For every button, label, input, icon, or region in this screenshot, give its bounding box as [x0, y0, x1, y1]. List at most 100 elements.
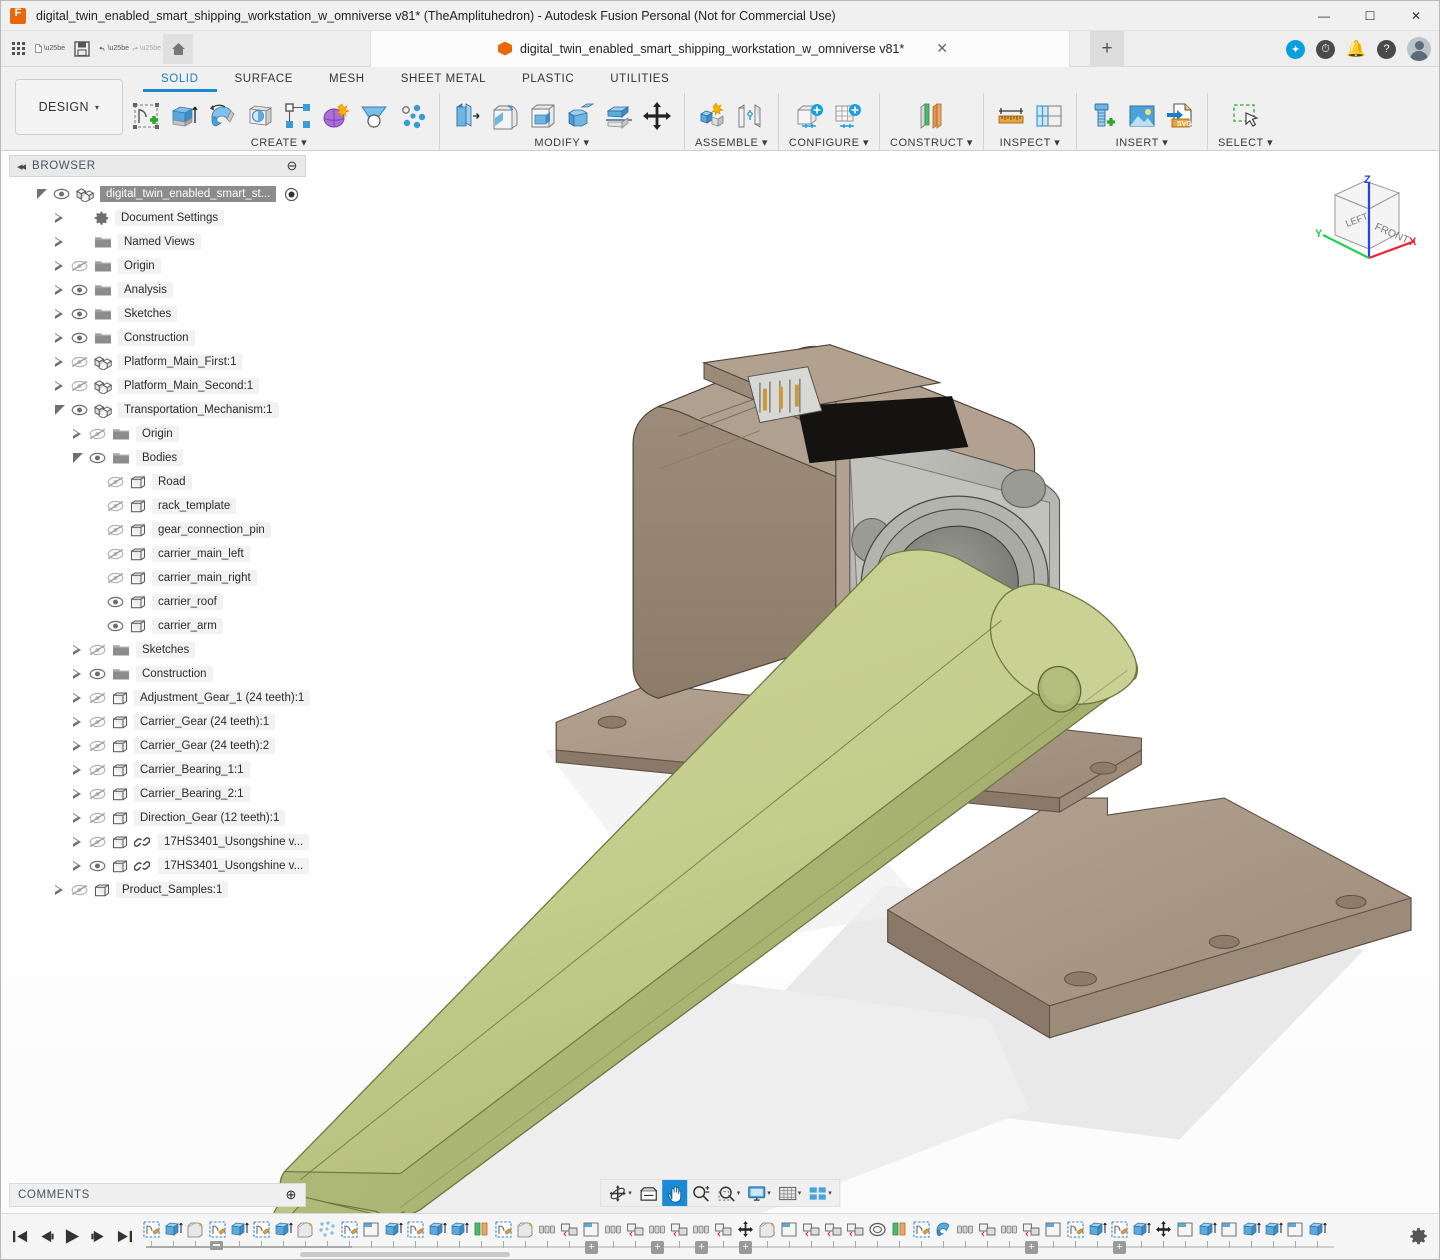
chevron-down-icon[interactable]: [73, 453, 83, 463]
activate-component-radio[interactable]: [284, 187, 299, 202]
visibility-off-icon[interactable]: [107, 475, 126, 489]
chevron-right-icon[interactable]: [73, 813, 82, 824]
tree-expand-toggle[interactable]: [55, 285, 71, 296]
timeline-group-expand[interactable]: +: [695, 1241, 708, 1254]
chevron-right-icon[interactable]: [55, 333, 64, 344]
select-window-icon[interactable]: [1229, 99, 1263, 133]
chevron-right-icon[interactable]: [73, 645, 82, 656]
timeline-node-component[interactable]: [668, 1217, 690, 1243]
visibility-off-icon[interactable]: [71, 379, 90, 393]
hole-pattern-icon[interactable]: [395, 99, 429, 133]
browser-tree-row[interactable]: Sketches: [9, 302, 306, 326]
timeline-node-sketch[interactable]: [404, 1217, 426, 1243]
configuration-icon[interactable]: [793, 99, 827, 133]
tree-expand-toggle[interactable]: [73, 645, 89, 656]
move-copy-icon[interactable]: [640, 99, 674, 133]
visibility-off-icon[interactable]: [71, 259, 90, 273]
timeline-node-plane[interactable]: [1174, 1217, 1196, 1243]
timeline-node-sketch[interactable]: [910, 1217, 932, 1243]
timeline-node-extrude[interactable]: [1240, 1217, 1262, 1243]
timeline-node-extrude[interactable]: [382, 1217, 404, 1243]
timeline-node-component[interactable]: [558, 1217, 580, 1243]
timeline-node-extrude[interactable]: [448, 1217, 470, 1243]
visibility-on-icon[interactable]: [107, 619, 126, 633]
visibility-off-icon[interactable]: [89, 643, 108, 657]
tab-plastic[interactable]: PLASTIC: [504, 71, 592, 92]
chevron-right-icon[interactable]: [73, 789, 82, 800]
timeline-node-holes[interactable]: [602, 1217, 624, 1243]
browser-tree-row[interactable]: gear_connection_pin: [9, 518, 306, 542]
chevron-right-icon[interactable]: [73, 669, 82, 680]
tree-expand-toggle[interactable]: [73, 765, 89, 776]
tab-mesh[interactable]: MESH: [311, 71, 383, 92]
shell-icon[interactable]: [526, 99, 560, 133]
browser-tree-row[interactable]: Bodies: [9, 446, 306, 470]
timeline-node-plane[interactable]: [778, 1217, 800, 1243]
tree-expand-toggle[interactable]: [73, 813, 89, 824]
tree-expand-toggle[interactable]: [73, 789, 89, 800]
save-button[interactable]: [67, 34, 97, 64]
workspace-switcher-button[interactable]: DESIGN ▾: [15, 79, 123, 135]
chevron-right-icon[interactable]: [73, 765, 82, 776]
tab-sheet-metal[interactable]: SHEET METAL: [383, 71, 504, 92]
visibility-off-icon[interactable]: [107, 571, 126, 585]
fillet-icon[interactable]: [488, 99, 522, 133]
timeline-node-sketch[interactable]: [338, 1217, 360, 1243]
timeline-rail-inactive[interactable]: [352, 1246, 1334, 1248]
new-file-button[interactable]: \u25be: [35, 34, 65, 64]
timeline-group-expand[interactable]: +: [651, 1241, 664, 1254]
timeline-node-fillet[interactable]: [294, 1217, 316, 1243]
tree-expand-toggle[interactable]: [73, 717, 89, 728]
timeline-node-component[interactable]: [822, 1217, 844, 1243]
timeline-node-component[interactable]: [1020, 1217, 1042, 1243]
new-tab-button[interactable]: +: [1090, 31, 1124, 67]
timeline-node-extrude[interactable]: [272, 1217, 294, 1243]
notifications-icon[interactable]: 🔔: [1346, 39, 1366, 59]
timeline-node-joint[interactable]: [1152, 1217, 1174, 1243]
close-document-tab-icon[interactable]: ✕: [936, 40, 948, 57]
timeline-node-extrude[interactable]: [1196, 1217, 1218, 1243]
split-face-icon[interactable]: [602, 99, 636, 133]
chevron-right-icon[interactable]: [55, 261, 64, 272]
loft-icon[interactable]: [357, 99, 391, 133]
tree-expand-toggle[interactable]: [55, 261, 71, 272]
tree-expand-toggle[interactable]: [55, 381, 71, 392]
document-tab[interactable]: digital_twin_enabled_smart_shipping_work…: [370, 31, 1070, 67]
chevron-right-icon[interactable]: [55, 381, 64, 392]
section-analysis-icon[interactable]: [1032, 99, 1066, 133]
pan-button[interactable]: [662, 1180, 687, 1206]
timeline-node-pattern[interactable]: [316, 1217, 338, 1243]
timeline-node-extrude[interactable]: [1086, 1217, 1108, 1243]
browser-tree[interactable]: digital_twin_enabled_smart_st...Document…: [9, 182, 306, 902]
visibility-on-icon[interactable]: [89, 451, 108, 465]
browser-tree-row[interactable]: Carrier_Gear (24 teeth):1: [9, 710, 306, 734]
browser-tree-row[interactable]: Construction: [9, 326, 306, 350]
configuration-table-icon[interactable]: [831, 99, 865, 133]
timeline-node-holes[interactable]: [690, 1217, 712, 1243]
timeline-group-expand[interactable]: +: [1113, 1241, 1126, 1254]
timeline-node-extrude[interactable]: [1262, 1217, 1284, 1243]
home-button[interactable]: [163, 34, 193, 64]
browser-tree-row[interactable]: Construction: [9, 662, 306, 686]
play-button[interactable]: [61, 1225, 84, 1249]
timeline-node-fillet[interactable]: [514, 1217, 536, 1243]
visibility-on-icon[interactable]: [89, 859, 108, 873]
timeline-node-extrude[interactable]: [162, 1217, 184, 1243]
browser-tree-row[interactable]: 17HS3401_Usongshine v...: [9, 830, 306, 854]
offset-plane-icon[interactable]: [914, 99, 948, 133]
timeline-node-extrude[interactable]: [228, 1217, 250, 1243]
app-grid-icon[interactable]: [3, 34, 33, 64]
visibility-off-icon[interactable]: [107, 547, 126, 561]
timeline-group-expand[interactable]: +: [739, 1241, 752, 1254]
tree-expand-toggle[interactable]: [73, 741, 89, 752]
timeline-node-sketch[interactable]: [492, 1217, 514, 1243]
browser-tree-row[interactable]: rack_template: [9, 494, 306, 518]
chevron-right-icon[interactable]: [73, 837, 82, 848]
chevron-right-icon[interactable]: [55, 885, 64, 896]
timeline-node-move[interactable]: [734, 1217, 756, 1243]
chevron-right-icon[interactable]: [73, 717, 82, 728]
visibility-on-icon[interactable]: [107, 595, 126, 609]
visibility-on-icon[interactable]: [71, 283, 90, 297]
timeline-strip[interactable]: ++++++: [140, 1215, 1397, 1259]
extension-icon[interactable]: ✦: [1286, 40, 1305, 59]
